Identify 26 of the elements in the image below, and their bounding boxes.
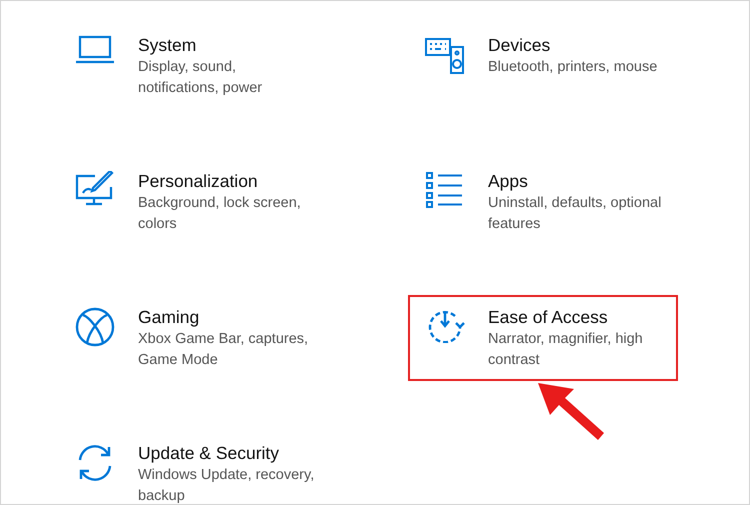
list-icon — [425, 171, 465, 209]
brush-monitor-icon — [75, 171, 115, 207]
setting-description: Windows Update, recovery, backup — [138, 466, 316, 504]
setting-description: Xbox Game Bar, captures, Game Mode — [138, 330, 310, 370]
setting-description: Narrator, magnifier, high contrast — [488, 330, 644, 370]
settings-item[interactable]: Personalization Background, lock screen, colors — [58, 159, 328, 245]
settings-item[interactable]: Gaming Xbox Game Bar, captures, Game Mode — [58, 295, 328, 381]
setting-description: Bluetooth, printers, mouse — [488, 58, 658, 77]
setting-description: Uninstall, defaults, optional features — [488, 194, 662, 234]
setting-title: Personalization — [138, 170, 259, 193]
xbox-icon — [75, 307, 115, 347]
setting-description: Background, lock screen, colors — [138, 194, 302, 234]
annotation-arrow — [538, 383, 606, 441]
setting-title: Apps — [488, 170, 529, 193]
setting-title: Ease of Access — [488, 306, 609, 329]
setting-title: System — [138, 34, 198, 57]
keyboard-speaker-icon — [425, 35, 465, 75]
setting-description: Display, sound, notifications, power — [138, 58, 264, 98]
setting-title: Devices — [488, 34, 552, 57]
setting-title: Update & Security — [138, 442, 280, 465]
settings-item[interactable]: Devices Bluetooth, printers, mouse — [408, 23, 678, 88]
setting-title: Gaming — [138, 306, 200, 329]
settings-item[interactable]: System Display, sound, notifications, power — [58, 23, 328, 109]
settings-item[interactable]: Update & Security Windows Update, recovery, backup — [58, 431, 328, 504]
laptop-icon — [75, 35, 115, 65]
settings-item[interactable]: Apps Uninstall, defaults, optional features — [408, 159, 678, 245]
